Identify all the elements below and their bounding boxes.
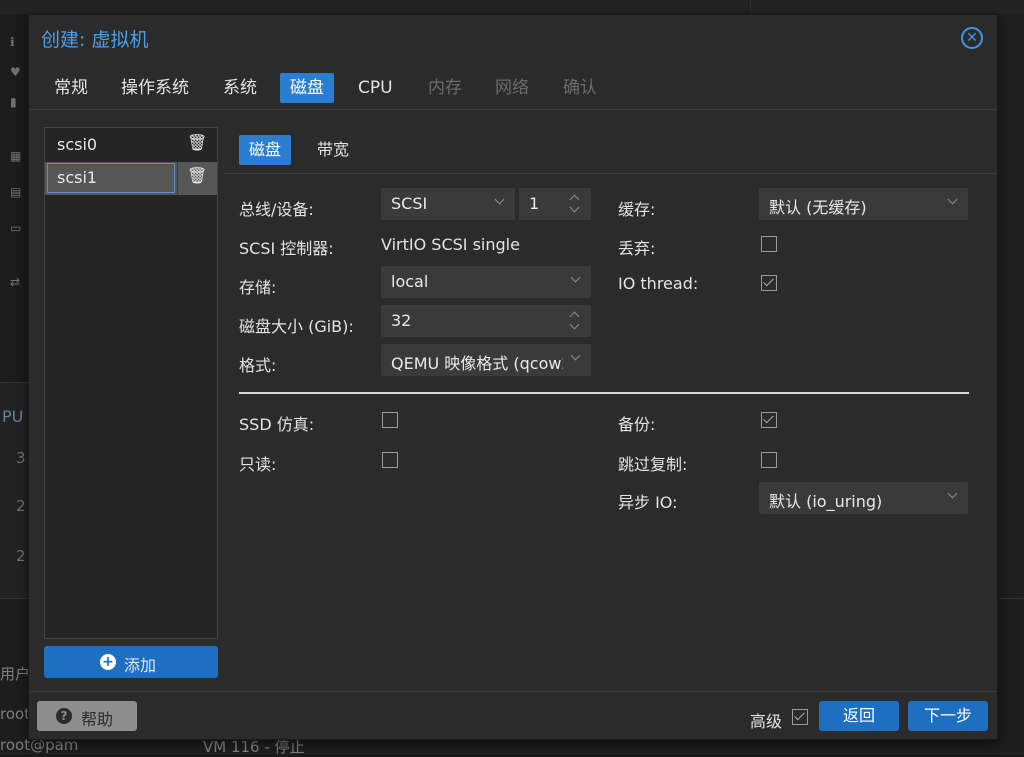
dialog-title: 创建: 虚拟机 — [41, 29, 149, 51]
storage-value: local — [391, 272, 429, 291]
list-item[interactable]: scsi0 🗑 — [45, 129, 217, 162]
bus-device-label: 总线/设备: — [239, 200, 314, 219]
ssd-emulation-checkbox[interactable] — [382, 412, 398, 428]
spinner-icon[interactable] — [569, 309, 581, 333]
storage-select[interactable]: local — [381, 266, 591, 298]
async-io-value: 默认 (io_uring) — [769, 492, 883, 511]
backup-label: 备份: — [618, 415, 656, 434]
readonly-label: 只读: — [239, 455, 277, 474]
tab-system[interactable]: 系统 — [213, 73, 267, 103]
ssd-emulation-label: SSD 仿真: — [239, 415, 315, 434]
tab-cpu[interactable]: CPU — [348, 73, 403, 103]
scsi-controller-label: SCSI 控制器: — [239, 239, 334, 258]
subtab-bandwidth[interactable]: 带宽 — [307, 135, 359, 165]
skip-replication-checkbox[interactable] — [761, 452, 777, 468]
tab-disks[interactable]: 磁盘 — [280, 73, 334, 103]
format-select[interactable]: QEMU 映像格式 (qcow2) — [381, 344, 591, 376]
help-button[interactable]: ? 帮助 — [37, 701, 137, 731]
list-item[interactable]: scsi1 🗑 — [45, 162, 217, 195]
discard-label: 丢弃: — [618, 239, 656, 258]
storage-label: 存储: — [239, 278, 277, 297]
async-io-select[interactable]: 默认 (io_uring) — [759, 482, 968, 514]
iothread-label: IO thread: — [618, 274, 699, 293]
async-io-label: 异步 IO: — [618, 493, 678, 512]
cache-label: 缓存: — [618, 200, 656, 219]
back-button[interactable]: 返回 — [819, 701, 899, 731]
footer-divider — [29, 691, 997, 692]
chevron-down-icon — [949, 196, 958, 205]
add-button-label: 添加 — [124, 656, 157, 675]
create-vm-dialog: 创建: 虚拟机 ✕ 常规 操作系统 系统 磁盘 CPU 内存 网络 确认 scs… — [28, 14, 998, 740]
subtab-disk[interactable]: 磁盘 — [239, 135, 292, 165]
trash-icon[interactable]: 🗑 — [187, 133, 207, 152]
disk-name: scsi1 — [57, 168, 98, 187]
close-icon[interactable]: ✕ — [961, 27, 983, 49]
format-value: QEMU 映像格式 (qcow2) — [391, 354, 563, 373]
trash-icon[interactable]: 🗑 — [187, 166, 207, 185]
backup-checkbox[interactable] — [761, 412, 777, 428]
discard-checkbox[interactable] — [761, 236, 777, 252]
chevron-down-icon — [572, 352, 581, 361]
disk-list: scsi0 🗑 scsi1 🗑 — [44, 127, 218, 639]
scsi-controller-value: VirtIO SCSI single — [381, 235, 520, 254]
disk-size-stepper[interactable]: 32 — [381, 305, 591, 337]
help-button-label: 帮助 — [81, 710, 114, 729]
device-number-stepper[interactable]: 1 — [519, 188, 591, 220]
tab-general[interactable]: 常规 — [44, 73, 98, 103]
chevron-down-icon — [949, 490, 958, 499]
wizard-tabs: 常规 操作系统 系统 磁盘 CPU 内存 网络 确认 — [29, 73, 997, 109]
bus-value: SCSI — [391, 194, 428, 213]
disk-size-label: 磁盘大小 (GiB): — [239, 317, 354, 336]
device-number-value: 1 — [529, 194, 540, 213]
readonly-checkbox[interactable] — [382, 452, 398, 468]
add-disk-button[interactable]: + 添加 — [44, 646, 218, 678]
subtab-divider — [225, 173, 997, 174]
disk-name: scsi0 — [57, 135, 98, 154]
row-separator — [177, 162, 178, 195]
chevron-down-icon — [572, 274, 581, 283]
iothread-checkbox[interactable] — [761, 275, 777, 291]
next-button[interactable]: 下一步 — [908, 701, 988, 731]
tab-divider — [29, 109, 997, 110]
section-divider — [239, 392, 969, 394]
tab-network: 网络 — [495, 78, 529, 98]
chevron-down-icon — [496, 196, 505, 205]
tab-os[interactable]: 操作系统 — [111, 73, 199, 103]
cache-value: 默认 (无缓存) — [769, 198, 867, 217]
advanced-label: 高级 — [750, 712, 783, 731]
spinner-icon[interactable] — [569, 192, 581, 216]
skip-replication-label: 跳过复制: — [618, 455, 688, 474]
advanced-checkbox[interactable] — [792, 709, 808, 725]
bus-select[interactable]: SCSI — [381, 188, 515, 220]
question-circle-icon: ? — [56, 708, 72, 724]
tab-confirm: 确认 — [563, 78, 597, 98]
format-label: 格式: — [239, 356, 277, 375]
cache-select[interactable]: 默认 (无缓存) — [759, 188, 968, 220]
plus-circle-icon: + — [100, 654, 116, 670]
tab-memory: 内存 — [428, 78, 462, 98]
disk-size-value: 32 — [391, 311, 412, 330]
